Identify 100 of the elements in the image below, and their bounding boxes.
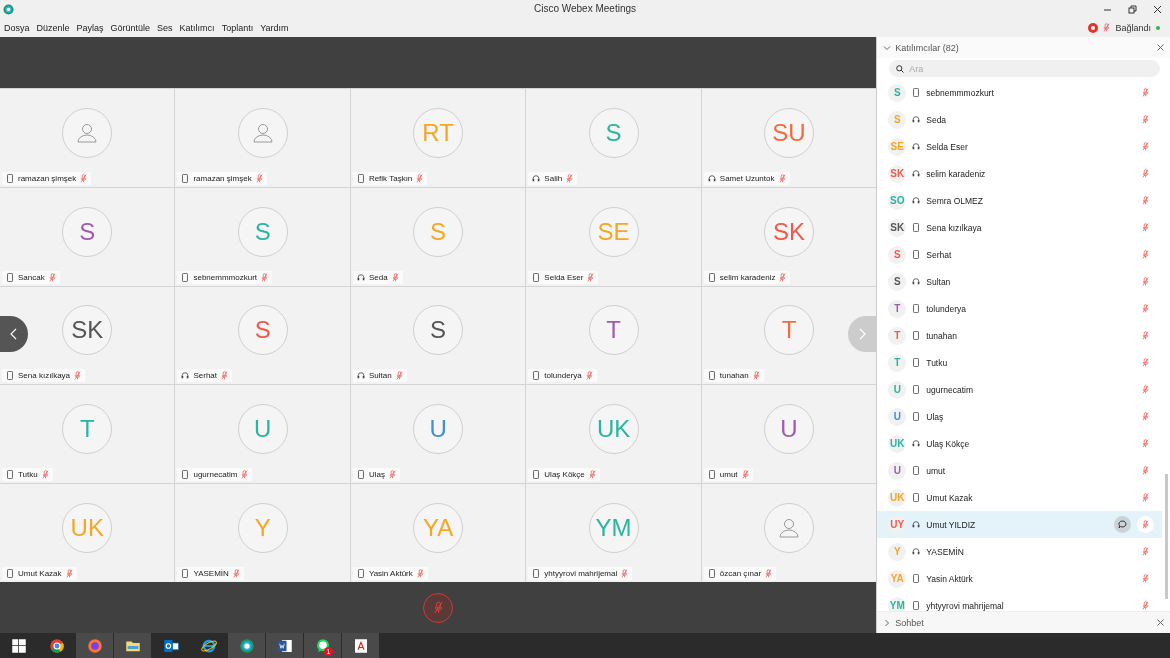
- chevron-right-icon[interactable]: [883, 618, 892, 627]
- participant-row[interactable]: T tolunderya: [877, 295, 1162, 322]
- muted-mic-icon[interactable]: [588, 470, 596, 480]
- phone-icon: [912, 466, 921, 475]
- chevron-down-icon[interactable]: [883, 43, 892, 52]
- muted-mic-icon[interactable]: [1142, 466, 1149, 475]
- muted-mic-icon[interactable]: [1142, 223, 1149, 232]
- close-icon[interactable]: [1153, 4, 1162, 14]
- muted-mic-icon[interactable]: [395, 371, 403, 381]
- muted-mic-icon[interactable]: [587, 272, 595, 282]
- avatar-initials: YM: [888, 596, 907, 611]
- avatar-initials: SK: [764, 206, 814, 257]
- participant-row[interactable]: UY Umut YILDIZ: [877, 511, 1162, 538]
- participant-name: Ulaş Kökçe: [544, 470, 585, 480]
- muted-mic-icon[interactable]: [1142, 277, 1149, 286]
- muted-mic-icon[interactable]: [1142, 304, 1149, 313]
- muted-mic-icon[interactable]: [1142, 520, 1149, 529]
- menu-item[interactable]: Paylaş: [76, 22, 104, 33]
- search-field[interactable]: Ara: [889, 60, 1160, 77]
- muted-mic-icon[interactable]: [74, 371, 82, 381]
- menu-item[interactable]: Katılımcı: [179, 22, 215, 33]
- muted-mic-icon[interactable]: [1142, 169, 1149, 178]
- muted-mic-icon[interactable]: [752, 371, 760, 381]
- muted-mic-icon[interactable]: [416, 173, 424, 183]
- muted-mic-icon[interactable]: [1142, 547, 1149, 556]
- participant-row[interactable]: SO Semra OLMEZ: [877, 187, 1162, 214]
- participant-row[interactable]: SK selim karadeniz: [877, 160, 1162, 187]
- muted-mic-icon[interactable]: [388, 470, 396, 480]
- muted-mic-icon[interactable]: [1142, 439, 1149, 448]
- muted-mic-icon[interactable]: [621, 569, 629, 578]
- muted-mic-icon[interactable]: [741, 470, 749, 480]
- menu-item[interactable]: Yardım: [260, 22, 289, 33]
- muted-mic-icon[interactable]: [1103, 23, 1111, 32]
- menu-item[interactable]: Ses: [157, 22, 173, 33]
- muted-mic-icon[interactable]: [1142, 142, 1149, 151]
- phone-icon: [356, 470, 365, 480]
- muted-mic-icon[interactable]: [765, 569, 773, 578]
- participant-row[interactable]: S Sultan: [877, 268, 1162, 295]
- phone-icon: [6, 470, 14, 480]
- participant-row[interactable]: UK Ulaş Kökçe: [877, 430, 1162, 457]
- participant-row[interactable]: T tunahan: [877, 322, 1162, 349]
- muted-mic-icon[interactable]: [255, 173, 263, 183]
- muted-mic-icon[interactable]: [1142, 196, 1149, 205]
- muted-mic-icon[interactable]: [391, 272, 399, 282]
- muted-mic-icon[interactable]: [1142, 358, 1149, 367]
- muted-mic-icon[interactable]: [80, 173, 88, 183]
- muted-mic-icon[interactable]: [1142, 250, 1149, 259]
- phone-icon: [356, 569, 365, 578]
- muted-mic-icon[interactable]: [1142, 331, 1149, 340]
- muted-mic-icon[interactable]: [221, 371, 228, 381]
- participant-row[interactable]: T Tutku: [877, 349, 1162, 376]
- muted-mic-icon[interactable]: [1142, 412, 1149, 421]
- muted-mic-icon[interactable]: [261, 272, 268, 282]
- muted-mic-icon[interactable]: [65, 569, 73, 578]
- muted-mic-icon[interactable]: [778, 173, 786, 183]
- participant-row[interactable]: S sebnemmmozkurt: [877, 79, 1162, 106]
- muted-mic-icon[interactable]: [779, 272, 787, 282]
- record-icon[interactable]: [1088, 22, 1099, 33]
- muted-mic-icon[interactable]: [41, 470, 49, 480]
- muted-mic-icon[interactable]: [48, 272, 56, 282]
- muted-mic-icon[interactable]: [1142, 385, 1149, 394]
- phone-icon: [181, 470, 190, 480]
- participant-row[interactable]: S Seda: [877, 106, 1162, 133]
- menu-item[interactable]: Düzenle: [36, 22, 70, 33]
- participant-row[interactable]: SE Selda Eser: [877, 133, 1162, 160]
- taskbar-app-button[interactable]: [266, 633, 303, 658]
- muted-mic-icon[interactable]: [232, 569, 240, 578]
- close-icon[interactable]: [1157, 619, 1164, 626]
- muted-mic-icon[interactable]: [1142, 88, 1149, 97]
- close-icon[interactable]: [1157, 44, 1164, 51]
- participant-row[interactable]: U Ulaş: [877, 403, 1162, 430]
- chat-button[interactable]: [1114, 516, 1131, 533]
- muted-mic-icon[interactable]: [566, 173, 574, 183]
- participant-row[interactable]: U ugurnecatim: [877, 376, 1162, 403]
- taskbar-app-button[interactable]: [114, 633, 151, 658]
- participant-row[interactable]: YA Yasin Aktürk: [877, 565, 1162, 592]
- menu-item[interactable]: Görüntüle: [110, 22, 151, 33]
- participant-row[interactable]: SK Sena kızılkaya: [877, 214, 1162, 241]
- muted-mic-icon[interactable]: [585, 371, 593, 381]
- participant-row[interactable]: Y YASEMİN: [877, 538, 1162, 565]
- participant-row[interactable]: S Serhat: [877, 241, 1162, 268]
- muted-mic-icon[interactable]: [1142, 493, 1149, 502]
- muted-mic-icon[interactable]: [416, 569, 424, 578]
- muted-mic-icon[interactable]: [1142, 574, 1149, 583]
- muted-mic-icon[interactable]: [241, 470, 249, 480]
- menu-item[interactable]: Toplantı: [221, 22, 254, 33]
- previous-page-button[interactable]: [0, 316, 28, 352]
- participant-row[interactable]: UK Umut Kazak: [877, 484, 1162, 511]
- muted-mic-icon[interactable]: [1142, 601, 1149, 610]
- scrollbar[interactable]: [1165, 474, 1168, 599]
- participant-name: Tutku: [18, 470, 38, 480]
- restore-icon[interactable]: [1128, 4, 1137, 14]
- taskbar-app-button[interactable]: [342, 633, 379, 658]
- participant-row[interactable]: U umut: [877, 457, 1162, 484]
- taskbar-app-button[interactable]: [228, 633, 265, 658]
- mute-button[interactable]: [423, 592, 454, 623]
- muted-mic-icon[interactable]: [1142, 115, 1149, 124]
- menu-item[interactable]: Dosya: [4, 22, 30, 33]
- panel-title: Katılımcılar (82): [895, 42, 959, 53]
- headset-icon: [912, 547, 921, 556]
